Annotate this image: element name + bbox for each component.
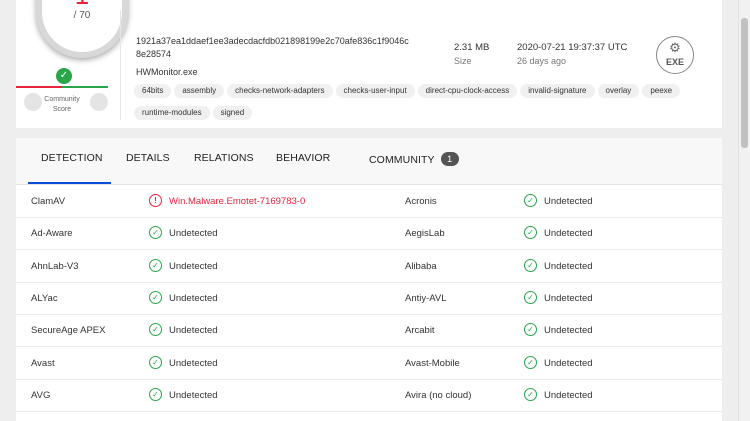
file-tag[interactable]: runtime-modules	[134, 106, 210, 120]
check-icon: ✓	[524, 355, 537, 369]
detection-result: Undetected	[544, 196, 593, 207]
engine-name: Antiy-AVL	[405, 292, 447, 304]
engine-name: Avast	[31, 357, 55, 369]
check-icon: ✓	[149, 323, 162, 337]
left-frame	[0, 0, 16, 421]
engine-name: ClamAV	[31, 196, 66, 207]
check-icon: ✓	[524, 258, 537, 272]
detection-result[interactable]: Win.Malware.Emotet-7169783-0	[169, 196, 305, 207]
tab-details[interactable]: DETAILS	[126, 152, 170, 164]
detection-row: SecureAge APEX ✓ Undetected Arcabit ✓ Undetec…	[16, 315, 722, 348]
detection-panel: DETECTION DETAILS RELATIONS BEHAVIOR COM…	[16, 138, 722, 421]
engine-name: AVG	[31, 389, 51, 401]
community-check-icon: ✓	[56, 68, 72, 84]
check-icon: ✓	[524, 194, 537, 207]
file-tag[interactable]: overlay	[597, 84, 640, 98]
tab-relations[interactable]: RELATIONS	[194, 152, 254, 164]
tab-community[interactable]: COMMUNITY 1	[369, 152, 459, 166]
engine-name: Alibaba	[405, 260, 437, 272]
engine-name: SecureAge APEX	[31, 325, 106, 337]
detection-result: Undetected	[169, 357, 218, 369]
detection-row: ClamAV! Win.Malware.Emotet-7169783-0 Acron…	[16, 186, 722, 218]
gear-icon: ⚙	[669, 40, 681, 55]
detection-result: Undetected	[169, 260, 218, 272]
community-score-bar	[16, 86, 108, 89]
community-score-label: Community Score	[44, 96, 80, 113]
detection-result: Undetected	[169, 228, 218, 240]
detection-row: AVG ✓ Undetected Avira (no cloud) ✓ Undetecte…	[16, 380, 722, 412]
file-tag[interactable]: invalid-signature	[520, 84, 595, 98]
detection-result: Undetected	[544, 357, 593, 369]
detection-score-ring: 1 / 70	[36, 0, 128, 58]
check-icon: ✓	[524, 226, 537, 240]
file-tag[interactable]: peexe	[642, 84, 681, 98]
alert-icon: !	[149, 194, 162, 207]
analysis-date: 2020-07-21 19:37:37 UTC	[517, 42, 628, 53]
file-tag[interactable]: 64bits	[134, 84, 172, 98]
file-tag[interactable]: assembly	[174, 84, 225, 98]
detection-row: AhnLab-V3 ✓ Undetected Alibaba ✓ Undetected	[16, 251, 722, 283]
file-type-icon: ⚙ EXE	[656, 36, 694, 74]
engine-name: ALYac	[31, 292, 58, 304]
analysis-date-relative: 26 days ago	[517, 56, 567, 66]
engine-name: Arcabit	[405, 325, 435, 337]
detection-result: Undetected	[169, 325, 218, 337]
check-icon: ✓	[524, 323, 537, 337]
community-count-badge: 1	[440, 152, 459, 166]
file-size: 2.31 MB	[454, 42, 490, 53]
detection-row: ALYac ✓ Undetected Antiy-AVL ✓ Undetected	[16, 283, 722, 315]
scrollbar[interactable]	[738, 0, 750, 421]
engine-name: AegisLab	[405, 228, 445, 240]
file-name: HWMonitor.exe	[136, 67, 198, 77]
check-icon: ✓	[149, 355, 162, 369]
engine-name: AhnLab-V3	[31, 260, 79, 272]
detection-result: Undetected	[169, 292, 218, 304]
detection-result: Undetected	[544, 228, 593, 240]
engines-total: / 70	[73, 10, 91, 21]
file-size-label: Size	[454, 56, 472, 66]
engine-name: Acronis	[405, 196, 437, 207]
detection-result: Undetected	[544, 260, 593, 272]
file-tags: 64bits assembly checks-network-adapters che…	[134, 80, 704, 124]
tab-behavior[interactable]: BEHAVIOR	[276, 152, 330, 164]
check-icon: ✓	[524, 387, 537, 401]
file-tag[interactable]: signed	[212, 106, 253, 120]
detection-result: Undetected	[544, 389, 593, 401]
check-icon: ✓	[149, 258, 162, 272]
detection-row: Avast ✓ Undetected Avast-Mobile ✓ Undetected	[16, 348, 722, 380]
file-tag[interactable]: checks-network-adapters	[227, 84, 333, 98]
engine-name: Avira (no cloud)	[405, 389, 472, 401]
community-vote-up[interactable]	[90, 93, 108, 111]
detection-row: Ad-Aware ✓ Undetected AegisLab ✓ Undetected	[16, 218, 722, 251]
check-icon: ✓	[149, 290, 162, 304]
detection-result: Undetected	[544, 292, 593, 304]
active-tab-indicator	[28, 182, 111, 184]
detection-result: Undetected	[169, 389, 218, 401]
check-icon: ✓	[149, 387, 162, 401]
file-summary-card: 1 / 70 ✓ CommunityScore 1921a37ea1ddaef1…	[16, 0, 722, 128]
file-hash[interactable]: 1921a37ea1ddaef1ee3adecdacfdb021898199e2…	[136, 35, 436, 61]
check-icon: ✓	[149, 226, 162, 240]
file-tag[interactable]: direct-cpu-clock-access	[417, 84, 518, 98]
scrollbar-thumb[interactable]	[741, 18, 748, 148]
file-tag[interactable]: checks-user-input	[335, 84, 415, 98]
check-icon: ✓	[524, 290, 537, 304]
tab-bar: DETECTION DETAILS RELATIONS BEHAVIOR COM…	[16, 138, 722, 185]
engine-name: Avast-Mobile	[405, 357, 460, 369]
divider	[120, 10, 121, 120]
tab-detection[interactable]: DETECTION	[41, 152, 103, 164]
engine-name: Ad-Aware	[31, 228, 73, 240]
detection-result: Undetected	[544, 325, 593, 337]
file-type-label: EXE	[665, 57, 684, 67]
